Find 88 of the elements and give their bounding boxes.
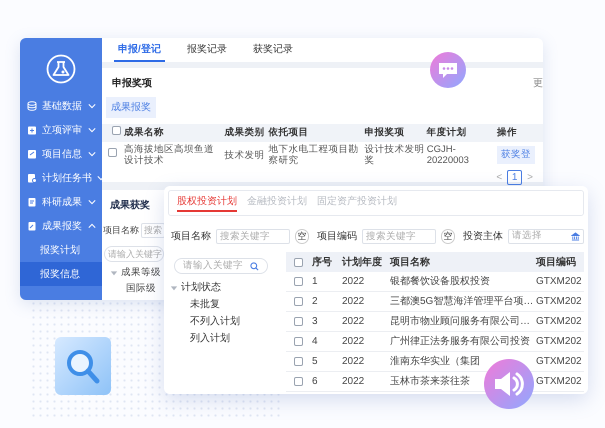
table-cell: 三都澳5G智慧海洋管理平台项…: [390, 296, 534, 307]
select-all-checkbox[interactable]: [112, 126, 121, 135]
table-cell: 3: [312, 316, 318, 327]
table-cell: 2022: [342, 276, 364, 287]
table-cell: 2022: [342, 336, 364, 347]
search-field[interactable]: 请输入关键字: [174, 258, 268, 274]
tree-item[interactable]: 成果等级: [121, 266, 161, 280]
table-cell: CGJH-20220003: [426, 142, 497, 168]
tree-item[interactable]: 未批复: [170, 297, 286, 312]
table-cell: 玉林市茶来茶往茶: [390, 376, 470, 387]
tree-item[interactable]: 国际级: [126, 282, 156, 296]
table-cell: 技术发明: [224, 142, 268, 168]
column-header: 成果名称: [124, 124, 224, 142]
field-label: 项目名称: [171, 230, 211, 244]
column-header: 项目编码: [536, 256, 576, 268]
sidebar-item[interactable]: 项目信息: [20, 142, 102, 166]
table-cell: 淮南东华实业（集团: [390, 356, 480, 367]
table-cell: 地下水电工程项目勘察研究: [268, 142, 365, 168]
checkbox[interactable]: [294, 277, 303, 286]
tab[interactable]: 股权投资计划: [177, 194, 237, 212]
column-header: 年度计划: [426, 124, 497, 142]
table-cell: 昆明市物业顾问服务有限公司…: [390, 316, 530, 327]
tree-item[interactable]: 计划状态: [181, 280, 221, 295]
table-cell: GTXM202: [536, 276, 582, 287]
next-page-button[interactable]: >: [527, 170, 533, 185]
table-cell: 设计技术发明奖: [364, 142, 427, 168]
column-header: 依托项目: [268, 124, 365, 142]
column-header: 成果类别: [224, 124, 268, 142]
tab[interactable]: 申报/登记: [114, 42, 165, 62]
sidebar-item[interactable]: 立项评审: [20, 118, 102, 142]
sidebar-subitem[interactable]: 报奖信息: [20, 262, 102, 286]
select-field[interactable]: 请选择: [508, 229, 584, 244]
column-header: 计划年度: [342, 256, 382, 268]
clear-button[interactable]: 空: [440, 229, 456, 244]
table-cell: GTXM202: [536, 336, 582, 347]
checkbox[interactable]: [294, 357, 303, 366]
checkbox[interactable]: [108, 148, 117, 157]
table-cell: 6: [312, 376, 318, 387]
section-title: 成果获奖: [110, 198, 150, 213]
table-cell: 广州律正法务服务有限公司投资: [390, 336, 530, 347]
table-cell: GTXM202: [536, 296, 582, 307]
flask-logo-icon: [46, 54, 76, 84]
table-cell: GTXM202: [536, 316, 582, 327]
column-header: 项目名称: [390, 256, 430, 268]
sidebar-subitem[interactable]: 报奖计划: [20, 238, 102, 262]
more-link[interactable]: 更: [533, 76, 543, 91]
sidebar-item[interactable]: 科研成果: [20, 190, 102, 214]
table-cell: 银都餐饮设备股权投资: [390, 276, 490, 287]
column-header: 序号: [312, 256, 332, 268]
table-cell: 2022: [342, 376, 364, 387]
field-label: 项目名称: [103, 224, 139, 237]
table-cell: 5: [312, 356, 318, 367]
tab[interactable]: 获奖记录: [248, 42, 297, 62]
previous-page-button[interactable]: <: [496, 170, 502, 185]
field-label: 项目编码: [317, 230, 358, 244]
field-label: 投资主体: [463, 230, 504, 244]
table-cell: 2022: [342, 316, 364, 327]
clear-button[interactable]: 空: [294, 229, 310, 244]
page-button[interactable]: 1: [507, 170, 522, 185]
tree-item[interactable]: 不列入计划: [170, 314, 286, 329]
search-field[interactable]: 搜索关键字: [216, 229, 290, 244]
table-cell: 2: [312, 296, 318, 307]
sidebar-item[interactable]: 成果报奖: [20, 214, 102, 238]
table-cell: GTXM202: [536, 356, 582, 367]
register-button[interactable]: 获奖登: [496, 146, 535, 164]
checkbox[interactable]: [294, 337, 303, 346]
table-cell: 4: [312, 336, 318, 347]
report-button[interactable]: 成果报奖: [106, 97, 156, 118]
tab[interactable]: 报奖记录: [182, 42, 231, 62]
search-icon: [250, 262, 259, 270]
magnifier-icon: [55, 337, 111, 395]
tab[interactable]: 金融投资计划: [247, 194, 307, 212]
table-cell: GTXM202: [536, 376, 582, 387]
checkbox[interactable]: [294, 297, 303, 306]
checkbox[interactable]: [294, 377, 303, 386]
column-header: 申报奖项: [364, 124, 427, 142]
table-cell: 高海拔地区高坝鱼道设计技术: [124, 142, 224, 168]
section-title: 申报奖项: [112, 76, 152, 91]
checkbox[interactable]: [294, 317, 303, 326]
search-field[interactable]: 搜索关键字: [362, 229, 436, 244]
select-all-checkbox[interactable]: [294, 258, 303, 266]
column-header: 操作: [496, 124, 543, 142]
building-icon: [571, 232, 580, 241]
table-cell: 1: [312, 276, 318, 287]
tree-item[interactable]: 列入计划: [170, 331, 286, 346]
table-cell: 2022: [342, 356, 364, 367]
table-cell: 2022: [342, 296, 364, 307]
sidebar-item[interactable]: 基础数据: [20, 94, 102, 118]
